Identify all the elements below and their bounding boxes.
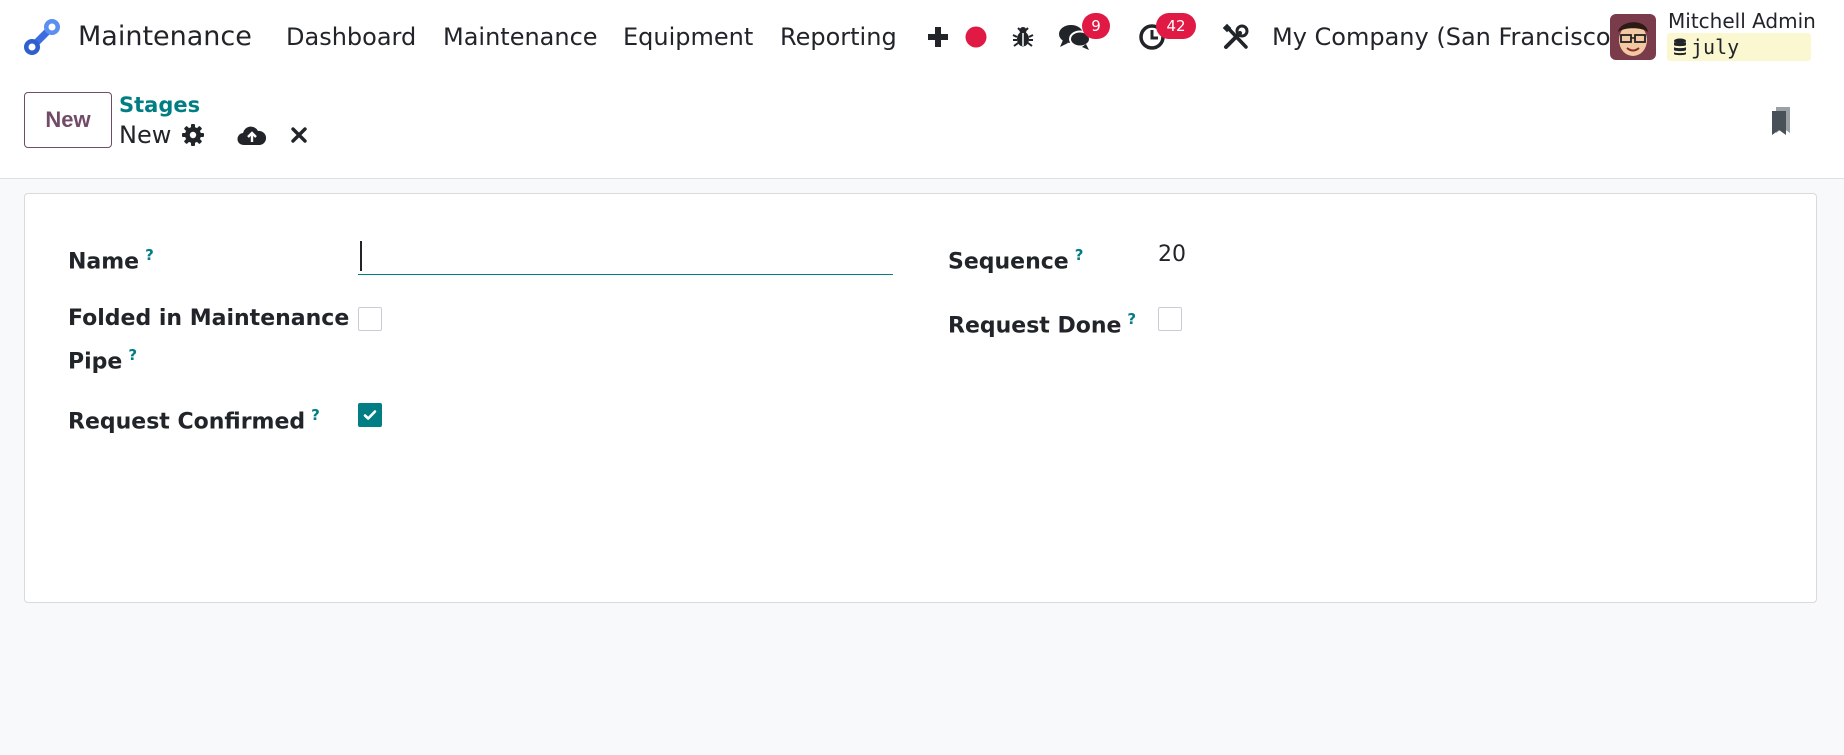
database-name: july [1691, 35, 1740, 59]
messages-badge: 9 [1082, 13, 1110, 39]
menu-dashboard[interactable]: Dashboard [286, 19, 416, 55]
sequence-label: Sequence? [948, 246, 1084, 275]
menu-maintenance[interactable]: Maintenance [443, 19, 598, 55]
breadcrumb-stages[interactable]: Stages [119, 92, 200, 118]
user-name[interactable]: Mitchell Admin [1668, 8, 1816, 34]
record-dot-icon[interactable] [964, 20, 988, 54]
control-panel: New Stages New [0, 74, 1844, 179]
request-done-label: Request Done? [948, 310, 1137, 339]
name-input[interactable] [358, 235, 893, 275]
sequence-value[interactable]: 20 [1158, 237, 1186, 273]
tools-icon[interactable] [1222, 20, 1250, 54]
sequence-tooltip-icon[interactable]: ? [1075, 246, 1084, 264]
close-icon[interactable] [288, 123, 310, 147]
bug-icon[interactable] [1010, 20, 1036, 54]
bookmark-icon[interactable] [1769, 104, 1793, 138]
request-confirmed-label: Request Confirmed? [68, 406, 320, 435]
database-icon [1673, 38, 1687, 56]
activities-badge: 42 [1156, 13, 1196, 39]
request-done-checkbox[interactable] [1158, 307, 1182, 331]
folded-label-line2: Pipe? [68, 346, 138, 375]
app-name[interactable]: Maintenance [78, 18, 252, 56]
request-confirmed-tooltip-icon[interactable]: ? [311, 406, 320, 424]
folded-checkbox[interactable] [358, 307, 382, 331]
company-switcher[interactable]: My Company (San Francisco) [1272, 19, 1620, 55]
menu-equipment[interactable]: Equipment [623, 19, 753, 55]
text-caret [360, 241, 362, 271]
cloud-upload-icon[interactable] [237, 122, 267, 148]
database-badge: july [1667, 33, 1811, 61]
name-label: Name? [68, 246, 154, 275]
gear-icon[interactable] [180, 122, 206, 148]
name-tooltip-icon[interactable]: ? [145, 246, 154, 264]
request-done-tooltip-icon[interactable]: ? [1127, 310, 1136, 328]
form-sheet: Name? Sequence? 20 Folded in Maintenance… [24, 193, 1817, 603]
plus-icon[interactable] [926, 20, 950, 54]
folded-tooltip-icon[interactable]: ? [128, 346, 137, 364]
app-logo-icon[interactable] [22, 17, 62, 57]
breadcrumb-current: New [119, 121, 172, 149]
request-confirmed-checkbox[interactable] [358, 403, 382, 427]
folded-label: Folded in Maintenance [68, 306, 350, 331]
check-icon [363, 410, 377, 420]
avatar[interactable] [1610, 14, 1656, 60]
new-button[interactable]: New [24, 92, 112, 148]
top-navbar: Maintenance Dashboard Maintenance Equipm… [0, 0, 1844, 74]
menu-reporting[interactable]: Reporting [780, 19, 897, 55]
